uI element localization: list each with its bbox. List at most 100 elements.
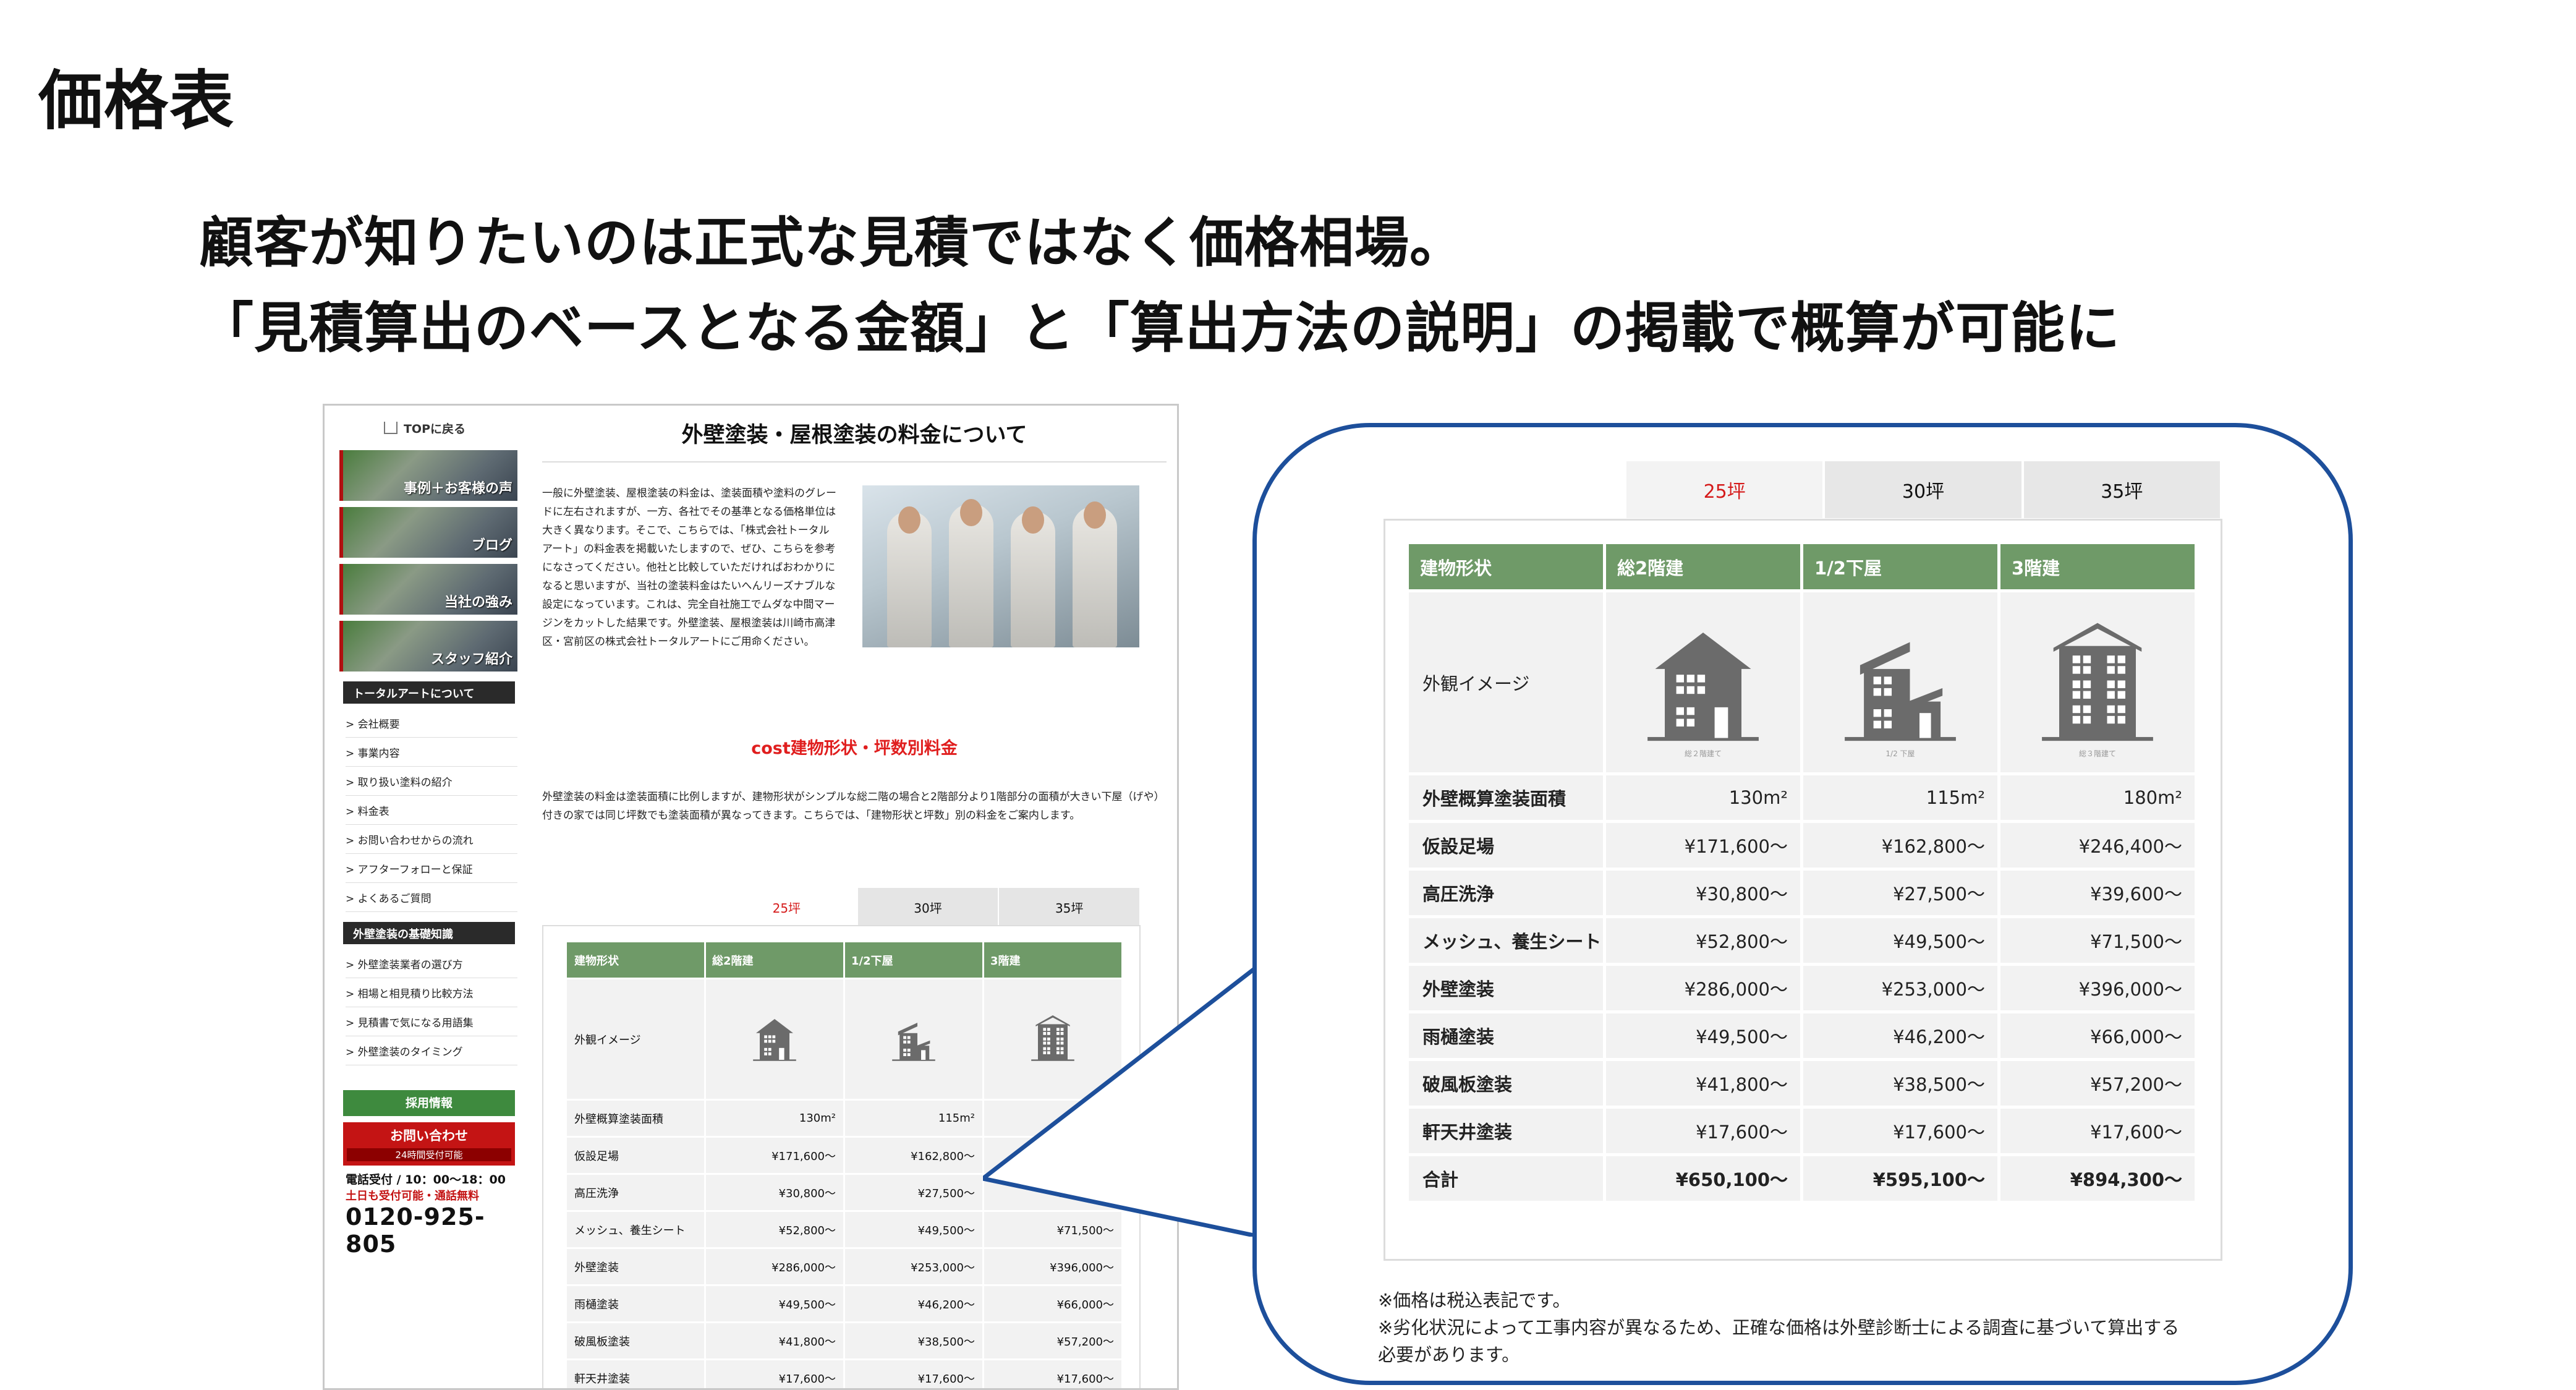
- banner-label: 事例＋お客様の声: [403, 481, 512, 497]
- phone-note: 土日も受付可能・通話無料: [346, 1190, 479, 1203]
- price-cell: ¥171,600～: [1606, 823, 1803, 868]
- price-cell: ¥253,000～: [1803, 966, 2000, 1010]
- price-cell: ¥38,500～: [1803, 1061, 2000, 1106]
- house-image-cell: 総３階建て: [2000, 592, 2198, 772]
- intro-text: 一般に外壁塗装、屋根塗装の料金は、塗装面積や塗料のグレードに左右されますが、一方…: [542, 487, 836, 648]
- price-row: 高圧洗浄¥30,800～¥27,500～¥39,600～: [1409, 871, 2198, 918]
- house-caption: 総２階建て: [1684, 749, 1722, 758]
- tab-25tsubo[interactable]: 25坪: [716, 888, 858, 926]
- sidebar-link[interactable]: > 料金表: [346, 796, 517, 825]
- tab-35tsubo[interactable]: 35坪: [999, 888, 1141, 926]
- header-cell: 総2階建: [1606, 544, 1803, 589]
- row-label: 軒天井塗装: [567, 1360, 706, 1388]
- sidebar-link[interactable]: > 外壁塗装業者の選び方: [346, 949, 517, 978]
- contact-label: お問い合わせ: [390, 1128, 468, 1143]
- price-cell: ¥396,000～: [2000, 966, 2198, 1010]
- price-cell: 115m²: [1803, 775, 2000, 820]
- row-label: 外壁概算塗装面積: [567, 1101, 706, 1136]
- sidebar-link[interactable]: > 会社概要: [346, 709, 517, 738]
- tab-25tsubo[interactable]: 25坪: [1626, 461, 1826, 518]
- tab-30tsubo[interactable]: 30坪: [857, 888, 1000, 926]
- phone-number[interactable]: 0120-925-805: [346, 1203, 517, 1258]
- slide-title: 価格表: [38, 63, 236, 139]
- contact-sub-label: 24時間受付可能: [347, 1148, 511, 1161]
- row-label: メッシュ、養生シート: [1409, 918, 1606, 963]
- sidebar-link[interactable]: > 外壁塗装のタイミング: [346, 1036, 517, 1065]
- price-cell: ¥46,200～: [845, 1286, 984, 1321]
- header-cell: 1/2下屋: [1803, 544, 2000, 589]
- sidebar-link[interactable]: > 相場と相見積り比較方法: [346, 978, 517, 1007]
- banner-staff[interactable]: スタッフ紹介: [339, 621, 517, 672]
- header-cell: 1/2下屋: [845, 942, 984, 978]
- price-row: 雨樋塗装 ¥49,500～ ¥46,200～ ¥66,000～: [1409, 1013, 2198, 1061]
- two-story-house-icon: [752, 1012, 797, 1067]
- half-lower-roof-house-icon: [1843, 613, 1958, 752]
- note-line: 必要があります。: [1378, 1344, 1520, 1365]
- price-cell: ¥41,800～: [1606, 1061, 1803, 1106]
- row-label: メッシュ、養生シート: [567, 1212, 706, 1247]
- sidebar-link[interactable]: > 事業内容: [346, 738, 517, 767]
- top-back-label: TOPに戻る: [403, 422, 466, 436]
- site-main: 外壁塗装・屋根塗装の料金について 一般に外壁塗装、屋根塗装の料金は、塗装面積や塗…: [542, 413, 1167, 1388]
- note-line: ※価格は税込表記です。: [1378, 1290, 1571, 1311]
- banner-strengths[interactable]: 当社の強み: [339, 564, 517, 615]
- image-row-label: 外観イメージ: [567, 979, 706, 1099]
- sidebar-link[interactable]: > 見積書で気になる用語集: [346, 1007, 517, 1036]
- price-cell: ¥17,600～: [1803, 1109, 2000, 1153]
- house-caption: 1/2 下屋: [1885, 749, 1915, 758]
- price-cell: 180m²: [2000, 775, 2198, 820]
- sidebar-link[interactable]: > お問い合わせからの流れ: [346, 825, 517, 854]
- price-cell: ¥17,600～: [706, 1360, 845, 1388]
- image-row-label: 外観イメージ: [1409, 592, 1606, 772]
- row-label: 雨樋塗装: [567, 1286, 706, 1321]
- price-cell: ¥162,800～: [1803, 823, 2000, 868]
- sidebar-link[interactable]: > 取り扱い塗料の紹介: [346, 767, 517, 796]
- website-screenshot: TOPに戻る 事例＋お客様の声 ブログ 当社の強み スタッフ紹介 トータルアート…: [323, 404, 1179, 1390]
- row-label: 破風板塗装: [1409, 1061, 1606, 1106]
- zoom-bubble: 25坪 30坪 35坪 建物形状 総2階建 1/2下屋 3階建 外観イメージ 総２階建て 1…: [1252, 423, 2353, 1385]
- price-cell: ¥650,100～: [1606, 1156, 1803, 1201]
- banner-blog[interactable]: ブログ: [339, 507, 517, 558]
- phone-hours: 電話受付 / 10：00～18：00: [346, 1173, 506, 1187]
- row-label: 高圧洗浄: [1409, 871, 1606, 915]
- price-cell: ¥162,800～: [845, 1138, 984, 1173]
- tab-35tsubo[interactable]: 35坪: [2023, 461, 2222, 518]
- banner-cases[interactable]: 事例＋お客様の声: [339, 450, 517, 501]
- price-cell: ¥246,400～: [2000, 823, 2198, 868]
- price-row: 破風板塗装 ¥41,800～ ¥38,500～ ¥57,200～: [567, 1323, 1124, 1360]
- price-cell: ¥171,600～: [706, 1138, 845, 1173]
- sidebar-section-basics: 外壁塗装の基礎知識: [343, 922, 515, 944]
- table-header-row: 建物形状 総2階建 1/2下屋 3階建: [1409, 544, 2198, 592]
- price-cell: ¥894,300～: [2000, 1156, 2198, 1201]
- price-row: 軒天井塗装 ¥17,600～ ¥17,600～ ¥17,600～: [567, 1360, 1124, 1388]
- home-icon: [383, 422, 397, 434]
- recruit-button[interactable]: 採用情報: [343, 1090, 515, 1116]
- note-line: ※劣化状況によって工事内容が異なるため、正確な価格は外壁診断士による調査に基づい…: [1378, 1317, 2180, 1338]
- price-notes: ※価格は税込表記です。 ※劣化状況によって工事内容が異なるため、正確な価格は外壁…: [1378, 1287, 2179, 1368]
- price-tabs: 25坪 30坪 35坪: [1626, 461, 2222, 518]
- top-back-link[interactable]: TOPに戻る: [332, 412, 517, 444]
- price-row: 破風板塗装 ¥41,800～ ¥38,500～ ¥57,200～: [1409, 1061, 2198, 1109]
- sidebar-link[interactable]: > よくあるご質問: [346, 883, 517, 912]
- price-cell: ¥41,800～: [706, 1323, 845, 1358]
- price-cell: ¥71,500～: [2000, 918, 2198, 963]
- row-label: 高圧洗浄: [567, 1175, 706, 1210]
- house-image-cell: [706, 979, 845, 1099]
- price-cell: ¥38,500～: [845, 1323, 984, 1358]
- mini-tabs: 25坪 30坪 35坪: [716, 888, 1141, 926]
- lead-line-1: 顧客が知りたいのは正式な見積ではなく価格相場。: [199, 211, 1465, 275]
- price-cell: ¥17,600～: [845, 1360, 984, 1388]
- row-label: 雨樋塗装: [1409, 1013, 1606, 1058]
- price-cell: ¥30,800～: [1606, 871, 1803, 915]
- contact-button[interactable]: お問い合わせ 24時間受付可能: [343, 1122, 515, 1166]
- two-story-house-icon: [1646, 613, 1761, 752]
- tab-30tsubo[interactable]: 30坪: [1825, 461, 2024, 518]
- price-cell: ¥49,500～: [1803, 918, 2000, 963]
- price-cell: ¥66,000～: [2000, 1013, 2198, 1058]
- sidebar-link[interactable]: > アフターフォローと保証: [346, 854, 517, 883]
- price-row: 外壁塗装 ¥286,000～ ¥253,000～ ¥396,000～: [1409, 966, 2198, 1013]
- row-label: 外壁塗装: [1409, 966, 1606, 1010]
- price-row: 軒天井塗装 ¥17,600～ ¥17,600～ ¥17,600～: [1409, 1109, 2198, 1156]
- price-cell: ¥17,600～: [2000, 1109, 2198, 1153]
- three-story-house-icon: [2040, 613, 2155, 752]
